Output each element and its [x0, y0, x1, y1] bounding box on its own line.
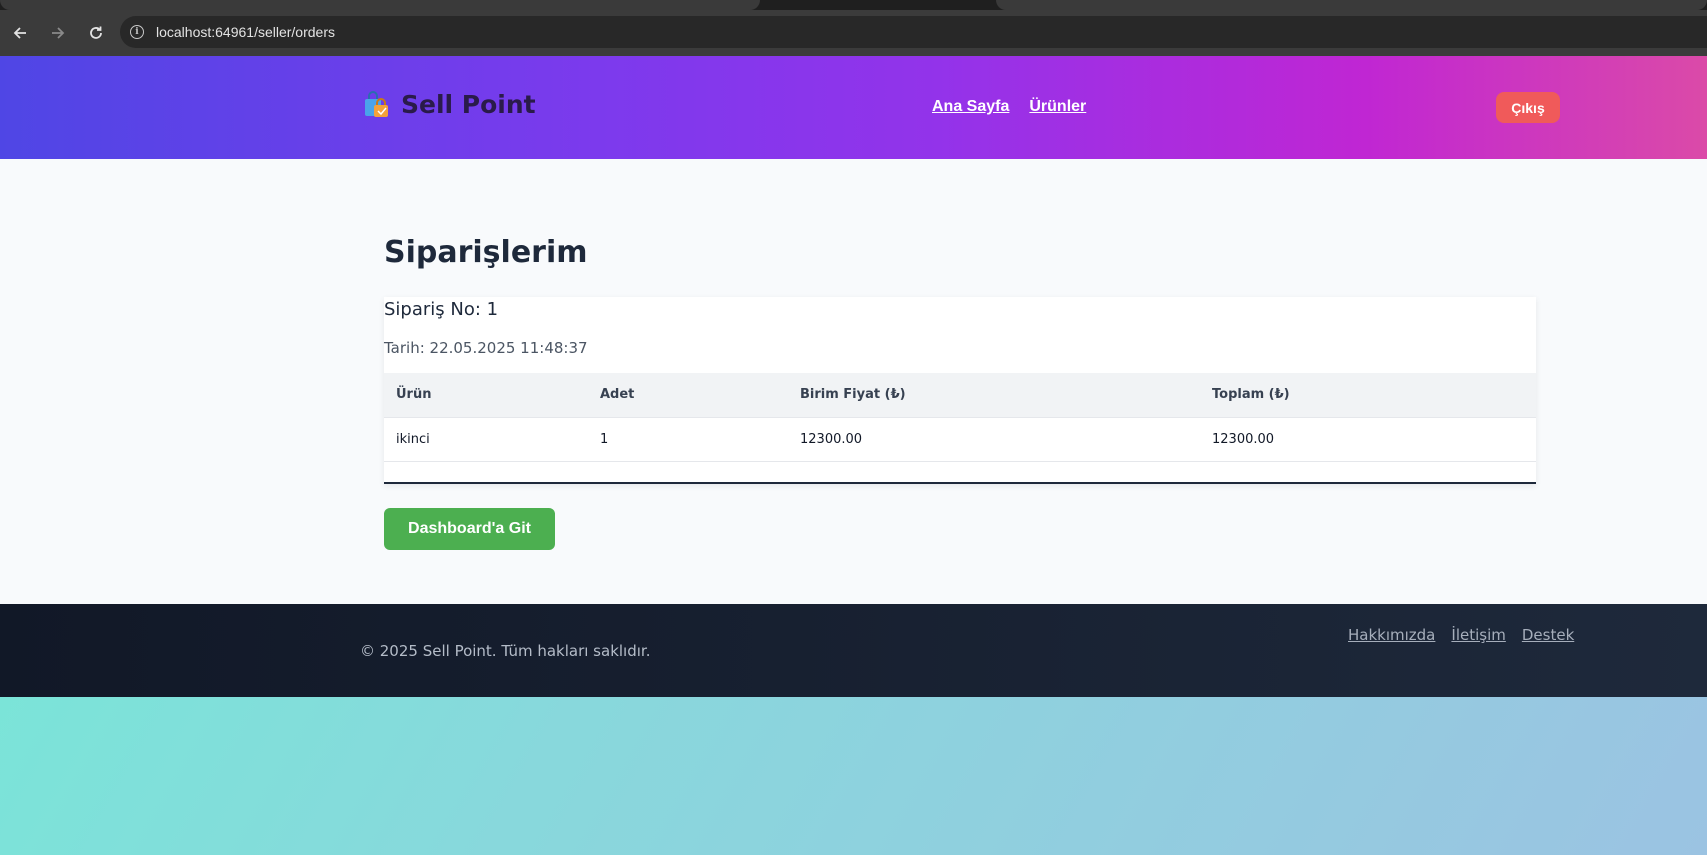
- forward-icon[interactable]: [40, 15, 76, 51]
- order-number: Sipariş No: 1: [384, 299, 499, 320]
- nav-link-home[interactable]: Ana Sayfa: [932, 98, 1009, 116]
- cell-quantity: 1: [588, 417, 788, 462]
- order-card: Sipariş No: 1 Tarih: 22.05.2025 11:48:37…: [384, 297, 1536, 641]
- column-header-quantity: Adet: [588, 373, 788, 418]
- brand-name: Sell Point: [401, 90, 536, 119]
- browser-tab[interactable]: [996, 0, 1707, 10]
- footer-links: Hakkımızda İletişim Destek: [1348, 626, 1574, 644]
- shopping-bags-icon: [363, 90, 391, 119]
- info-icon[interactable]: i: [130, 25, 144, 39]
- address-bar[interactable]: i localhost:64961/seller/orders: [120, 16, 1707, 48]
- dashboard-button[interactable]: Dashboard'a Git: [384, 508, 555, 550]
- cell-product: ikinci: [384, 417, 588, 462]
- back-icon[interactable]: [2, 15, 38, 51]
- browser-tabstrip: [0, 0, 1707, 10]
- page-background: [0, 697, 1707, 855]
- url-text: localhost:64961/seller/orders: [156, 24, 335, 40]
- main-nav: Ana Sayfa Ürünler: [932, 98, 1086, 116]
- copyright-text: © 2025 Sell Point. Tüm hakları saklıdır.: [360, 642, 651, 660]
- page-title: Siparişlerim: [384, 235, 588, 270]
- order-items-table: Ürün Adet Birim Fiyat (₺) Toplam (₺) iki…: [384, 373, 1536, 462]
- reload-icon[interactable]: [78, 15, 114, 51]
- brand[interactable]: Sell Point: [363, 90, 536, 119]
- column-header-product: Ürün: [384, 373, 588, 418]
- browser-toolbar: i localhost:64961/seller/orders: [0, 10, 1707, 56]
- nav-link-products[interactable]: Ürünler: [1029, 98, 1086, 116]
- table-header-row: Ürün Adet Birim Fiyat (₺) Toplam (₺): [384, 373, 1536, 418]
- cell-unit-price: 12300.00: [788, 417, 1200, 462]
- order-date: Tarih: 22.05.2025 11:48:37: [384, 339, 588, 357]
- logout-button[interactable]: Çıkış: [1496, 92, 1560, 123]
- main-content: Siparişlerim Sipariş No: 1 Tarih: 22.05.…: [0, 159, 1707, 604]
- browser-tab[interactable]: [0, 0, 760, 10]
- table-row: ikinci 1 12300.00 12300.00: [384, 417, 1536, 462]
- footer-link-about[interactable]: Hakkımızda: [1348, 626, 1435, 644]
- footer-link-support[interactable]: Destek: [1522, 626, 1574, 644]
- cell-total: 12300.00: [1200, 417, 1536, 462]
- site-header: Sell Point Ana Sayfa Ürünler Çıkış: [0, 56, 1707, 159]
- site-footer: © 2025 Sell Point. Tüm hakları saklıdır.…: [0, 604, 1707, 697]
- footer-link-contact[interactable]: İletişim: [1451, 626, 1505, 644]
- column-header-unit-price: Birim Fiyat (₺): [788, 373, 1200, 418]
- column-header-total: Toplam (₺): [1200, 373, 1536, 418]
- order-box: Sipariş No: 1 Tarih: 22.05.2025 11:48:37…: [384, 297, 1536, 484]
